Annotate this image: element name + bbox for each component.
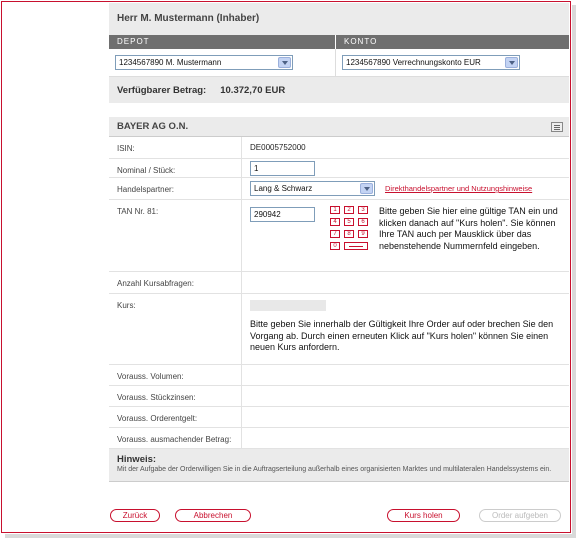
depot-select-value: 1234567890 M. Mustermann xyxy=(119,58,222,67)
tan-instructions: Bitte geben Sie hier eine gültige TAN ei… xyxy=(379,206,558,251)
get-quote-button[interactable]: Kurs holen xyxy=(387,509,460,522)
kurs-label: Kurs: xyxy=(109,294,242,364)
hint-title: Hinweis: xyxy=(117,454,157,465)
anzahl-row: Anzahl Kursabfragen: xyxy=(109,272,569,294)
keypad-key-2[interactable]: 2 xyxy=(344,206,354,214)
partner-select[interactable]: Lang & Schwarz xyxy=(250,181,375,196)
available-amount: 10.372,70 EUR xyxy=(220,84,286,96)
available-label: Verfügbarer Betrag: xyxy=(117,84,207,96)
keypad-key-0[interactable]: 0 xyxy=(330,242,340,250)
chevron-down-icon[interactable] xyxy=(360,183,373,194)
frame-shadow-bottom xyxy=(5,534,576,538)
nominal-row: Nominal / Stück: 1 xyxy=(109,159,569,178)
depot-select[interactable]: 1234567890 M. Mustermann xyxy=(115,55,293,70)
keypad-key-3[interactable]: 3 xyxy=(358,206,368,214)
hint-box: Hinweis: Mit der Aufgabe der Orderwillig… xyxy=(109,449,569,482)
konto-select[interactable]: 1234567890 Verrechnungskonto EUR xyxy=(342,55,520,70)
account-column-header: DEPOT KONTO xyxy=(109,35,569,49)
volumen-row: Vorauss. Volumen: xyxy=(109,365,569,386)
tan-input[interactable]: 290942 xyxy=(250,207,315,222)
anzahl-label: Anzahl Kursabfragen: xyxy=(109,272,242,293)
tan-label: TAN Nr. 81: xyxy=(109,200,242,271)
keypad-key-9[interactable]: 9 xyxy=(358,230,368,238)
cancel-button[interactable]: Abbrechen xyxy=(175,509,251,522)
chevron-down-icon[interactable] xyxy=(278,57,291,68)
kurs-instructions: Bitte geben Sie innerhalb der Gültigkeit… xyxy=(250,319,554,352)
account-select-row: 1234567890 M. Mustermann 1234567890 Verr… xyxy=(109,49,569,77)
partner-label: Handelspartner: xyxy=(109,178,242,199)
depot-header: DEPOT xyxy=(109,35,336,49)
entgelt-label: Vorauss. Orderentgelt: xyxy=(109,407,242,427)
betrag-label: Vorauss. ausmachender Betrag: xyxy=(109,428,242,448)
chevron-down-icon[interactable] xyxy=(505,57,518,68)
kurs-value-placeholder xyxy=(250,300,326,311)
stueckzinsen-row: Vorauss. Stückzinsen: xyxy=(109,386,569,407)
keypad-key-5[interactable]: 5 xyxy=(344,218,354,226)
entgelt-row: Vorauss. Orderentgelt: xyxy=(109,407,569,428)
owner-title: Herr M. Mustermann (Inhaber) xyxy=(109,3,569,35)
security-name: BAYER AG O.N. xyxy=(117,121,189,132)
keypad-key-1[interactable]: 1 xyxy=(330,206,340,214)
partner-info-link[interactable]: Direkthandelspartner und Nutzungshinweis… xyxy=(385,184,532,193)
keypad-key-8[interactable]: 8 xyxy=(344,230,354,238)
available-amount-row: Verfügbarer Betrag: 10.372,70 EUR xyxy=(109,77,569,103)
submit-order-button[interactable]: Order aufgeben xyxy=(479,509,561,522)
stueckzinsen-label: Vorauss. Stückzinsen: xyxy=(109,386,242,406)
nominal-input[interactable]: 1 xyxy=(250,161,315,176)
keypad-key-7[interactable]: 7 xyxy=(330,230,340,238)
hint-text: Mit der Aufgabe der Orderwilligen Sie in… xyxy=(117,466,552,473)
tan-row: TAN Nr. 81: 290942 1 2 3 4 5 6 7 8 9 0 B… xyxy=(109,200,569,272)
kurs-row: Kurs: Bitte geben Sie innerhalb der Gült… xyxy=(109,294,569,365)
backspace-icon[interactable] xyxy=(344,242,368,250)
konto-select-value: 1234567890 Verrechnungskonto EUR xyxy=(346,58,481,67)
partner-select-value: Lang & Schwarz xyxy=(254,184,313,193)
isin-label: ISIN: xyxy=(109,137,242,158)
partner-row: Handelspartner: Lang & Schwarz Direkthan… xyxy=(109,178,569,200)
keypad-key-6[interactable]: 6 xyxy=(358,218,368,226)
keypad-key-4[interactable]: 4 xyxy=(330,218,340,226)
nominal-label: Nominal / Stück: xyxy=(109,159,242,177)
konto-header: KONTO xyxy=(344,37,378,46)
back-button[interactable]: Zurück xyxy=(110,509,160,522)
volumen-label: Vorauss. Volumen: xyxy=(109,365,242,385)
security-title-bar: BAYER AG O.N. xyxy=(109,117,569,137)
isin-row: ISIN: DE0005752000 xyxy=(109,137,569,159)
order-panel: Herr M. Mustermann (Inhaber) DEPOT KONTO… xyxy=(109,3,569,482)
isin-value: DE0005752000 xyxy=(250,143,306,152)
details-icon[interactable] xyxy=(551,122,563,132)
frame-shadow-right xyxy=(572,5,576,536)
betrag-row: Vorauss. ausmachender Betrag: xyxy=(109,428,569,449)
